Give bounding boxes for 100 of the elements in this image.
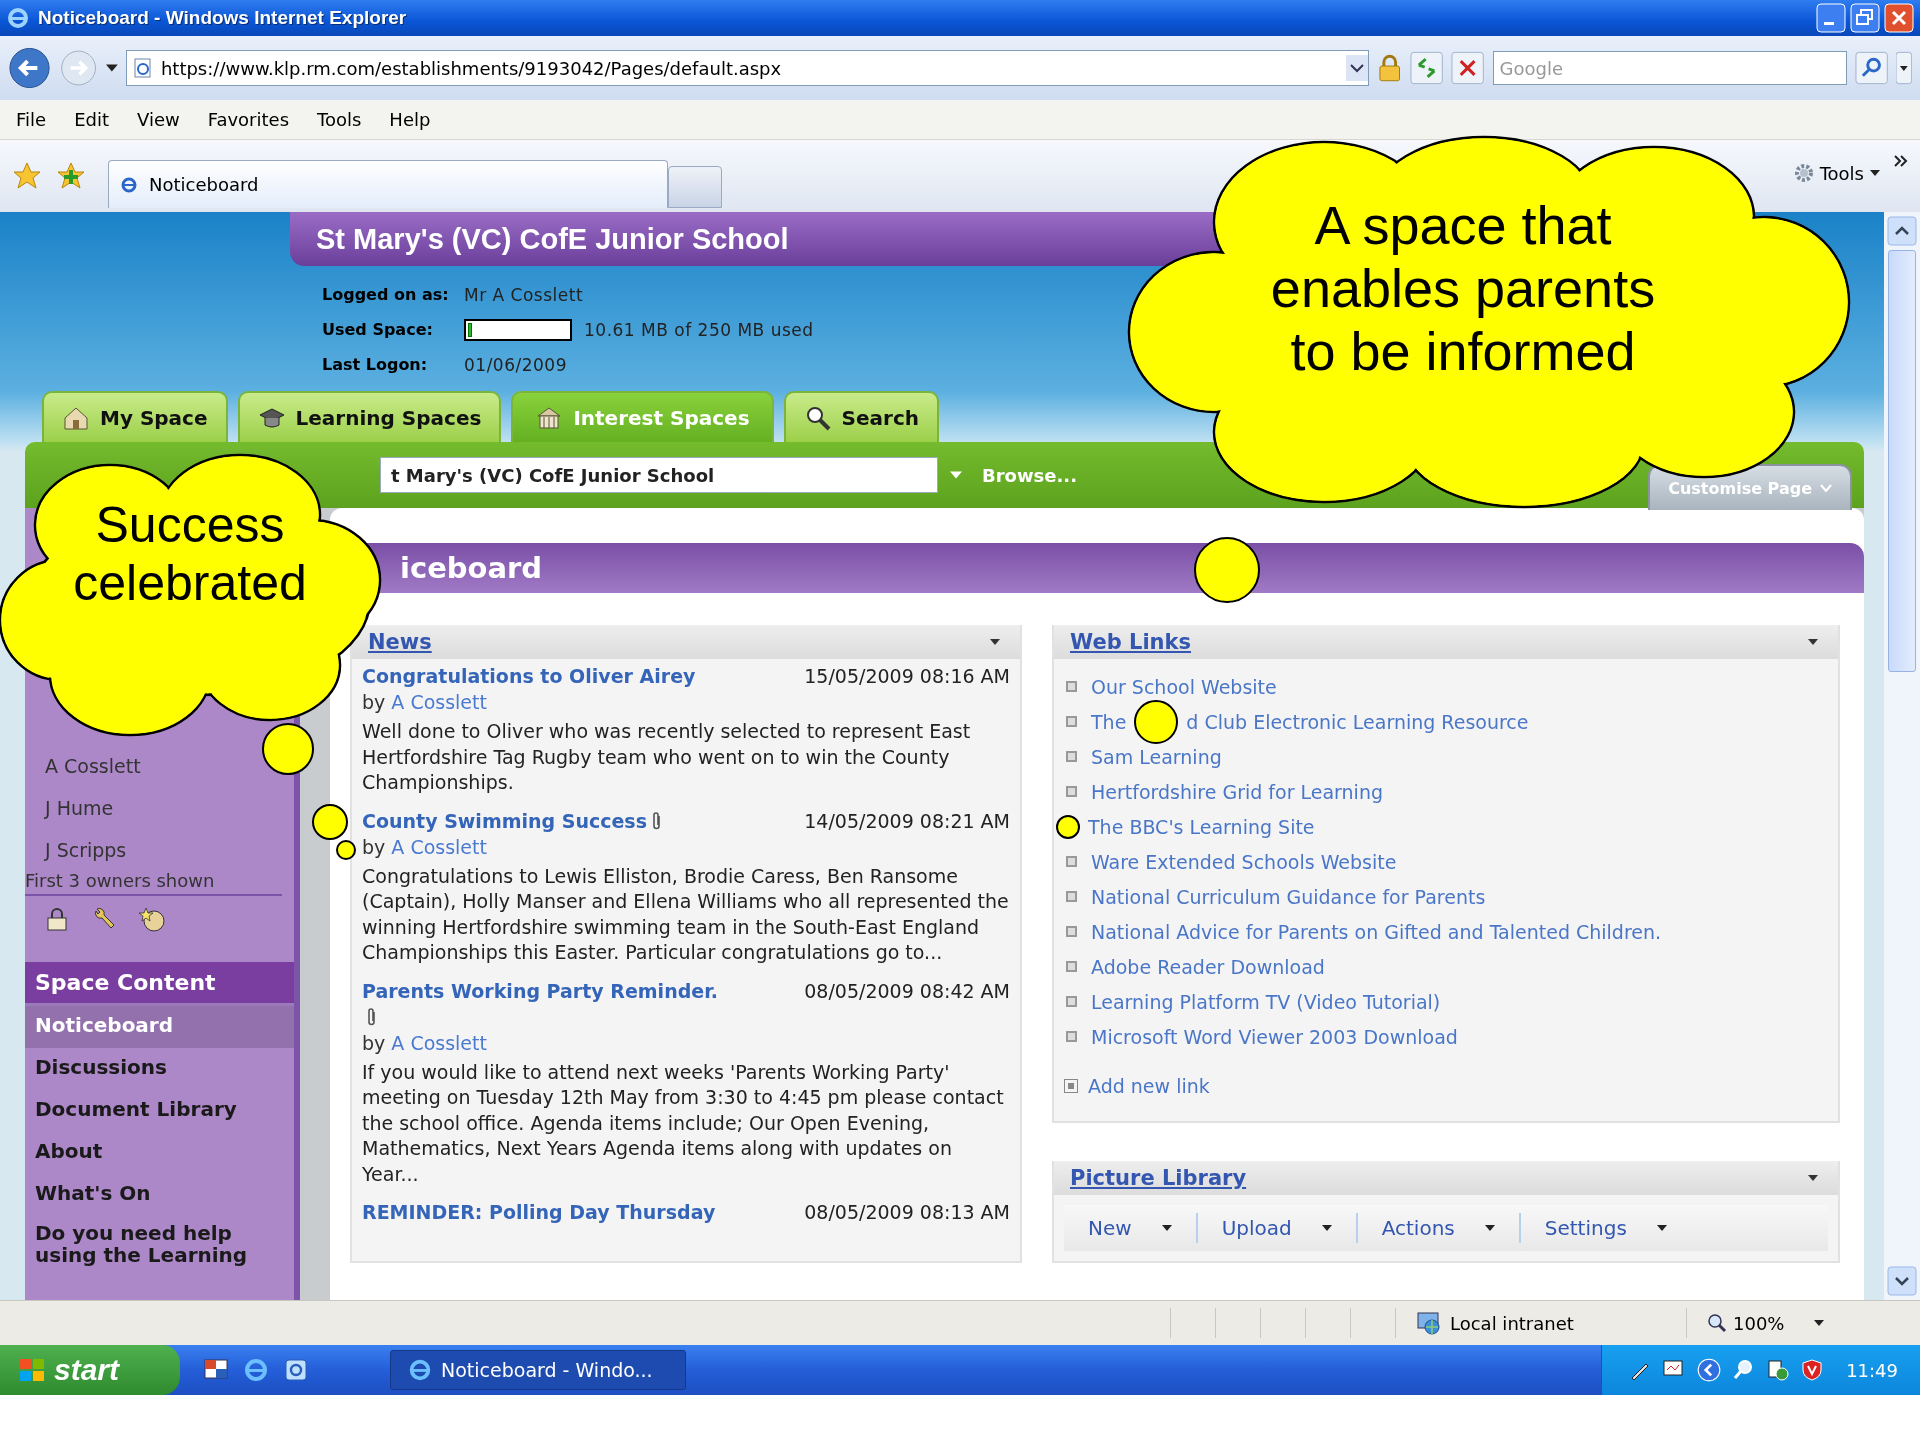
menu-item[interactable]: File [16, 109, 47, 130]
chevron-icon[interactable] [1894, 155, 1908, 167]
web-link[interactable]: Our School Website [1091, 675, 1277, 698]
gear-icon [1793, 163, 1814, 183]
add-link[interactable]: Add new link [1088, 1074, 1210, 1097]
star-icon[interactable] [12, 161, 42, 191]
dropdown-caret-icon[interactable] [106, 64, 118, 72]
caret-icon [1656, 1225, 1667, 1231]
sidebar-item[interactable]: About [25, 1132, 294, 1174]
restore-icon[interactable] [1850, 3, 1880, 33]
browser-tab[interactable]: Noticeboard [108, 160, 668, 208]
scroll-down-icon[interactable] [1887, 1266, 1917, 1296]
magnifier-icon [1707, 1313, 1727, 1333]
stop-icon[interactable] [1451, 51, 1485, 85]
web-link[interactable]: Microsoft Word Viewer 2003 Download [1091, 1025, 1458, 1048]
account-value: Mr A Cosslett [464, 284, 584, 305]
caret-icon [1870, 170, 1880, 176]
start-button[interactable]: start [0, 1345, 180, 1395]
web-link[interactable]: National Curriculum Guidance for Parents [1091, 885, 1486, 908]
news-date: 08/05/2009 08:42 AM [804, 978, 1010, 1004]
caret-icon[interactable] [1808, 1175, 1818, 1181]
news-title-link[interactable]: News [368, 630, 432, 654]
news-date: 15/05/2009 08:16 AM [804, 664, 1010, 689]
author-link[interactable]: A Cosslett [391, 1031, 487, 1054]
menu-item[interactable]: View [137, 109, 180, 130]
add-favorite-icon[interactable] [56, 161, 86, 191]
news-title-link[interactable]: Parents Working Party Reminder. [362, 977, 732, 1030]
news-text: Well done to Oliver who was recently selected to represent East Hertfordshire Tag Rugby team who went on to win the County Championships. [362, 719, 972, 795]
browser-window-icon[interactable] [282, 1356, 310, 1384]
taskbar-window-button[interactable]: Noticeboard - Windo... [390, 1350, 686, 1390]
search-icon[interactable] [1855, 51, 1889, 85]
web-link[interactable]: Ware Extended Schools Website [1091, 850, 1397, 873]
menu-item[interactable]: Help [389, 109, 431, 130]
sidebar-item[interactable]: Discussions [25, 1048, 294, 1090]
minimize-icon[interactable] [1816, 3, 1846, 33]
sync-icon[interactable] [1766, 1358, 1791, 1382]
shield-icon[interactable] [1800, 1358, 1825, 1382]
toolbar-menu-button[interactable]: Upload [1197, 1213, 1358, 1243]
zoom-control[interactable]: 100% [1686, 1308, 1825, 1338]
browse-link[interactable]: Browse... [982, 464, 1078, 486]
web-link[interactable]: Hertfordshire Grid for Learning [1091, 780, 1383, 803]
scroll-thumb[interactable] [1888, 250, 1916, 672]
browser-logo-icon[interactable] [242, 1356, 270, 1384]
web-link[interactable]: Learning Platform TV (Video Tutorial) [1091, 990, 1441, 1013]
author-link[interactable]: A Cosslett [391, 835, 487, 858]
account-value: 01/06/2009 [464, 354, 567, 375]
owners-note: First 3 owners shown [25, 870, 282, 896]
security-zone: Local intranet [1450, 1312, 1574, 1334]
address-field[interactable]: https://www.klp.rm.com/establishments/9193042/Pages/default.aspx [125, 50, 1369, 86]
web-link[interactable]: National Advice for Parents on Gifted and Talented Children. [1091, 920, 1662, 943]
byline-label: by [362, 691, 386, 713]
lock-icon[interactable] [45, 906, 69, 932]
news-title-link[interactable]: Congratulations to Oliver Airey [362, 663, 696, 689]
picture-library-title-link[interactable]: Picture Library [1070, 1166, 1247, 1190]
section-heading: Space Content [25, 962, 294, 1006]
byline-label: by [362, 1031, 386, 1054]
nav-tab[interactable]: Search [783, 391, 939, 442]
scrollbar[interactable] [1884, 212, 1920, 1300]
web-link[interactable]: d Club Electronic Learning Resource [1186, 710, 1529, 733]
news-title-link[interactable]: County Swimming Success [362, 807, 663, 834]
scroll-up-icon[interactable] [1887, 216, 1917, 246]
caret-icon[interactable] [990, 639, 1000, 645]
author-link[interactable]: A Cosslett [391, 691, 487, 713]
school-name: St Mary's (VC) CofE Junior School [316, 222, 789, 256]
menu-item[interactable]: Edit [74, 109, 109, 130]
toolbar-menu-button[interactable]: New [1064, 1213, 1198, 1243]
sidebar-item[interactable]: Noticeboard [25, 1006, 294, 1048]
web-links-title-link[interactable]: Web Links [1070, 630, 1191, 654]
space-select-field[interactable]: t Mary's (VC) CofE Junior School [380, 457, 938, 493]
owner-name: J Hume [43, 796, 115, 820]
sidebar-item[interactable]: What's On [25, 1174, 294, 1216]
web-link[interactable]: Adobe Reader Download [1091, 955, 1325, 978]
caret-icon[interactable] [1808, 639, 1818, 645]
menu-item[interactable]: Favorites [207, 109, 289, 130]
news-title-link[interactable]: REMINDER: Polling Day Thursday [362, 1199, 716, 1225]
toolbar-menu-button[interactable]: Settings [1520, 1213, 1691, 1243]
web-link[interactable]: Sam Learning [1091, 745, 1222, 768]
nav-tab[interactable]: Learning Spaces [237, 391, 502, 442]
toolbar-menu-button[interactable]: Actions [1357, 1213, 1521, 1243]
sidebar-item[interactable]: Do you need help using the Learning [25, 1216, 294, 1273]
dropdown-caret-icon[interactable] [1896, 51, 1912, 85]
nav-tab[interactable]: My Space [42, 391, 228, 442]
caret-icon [1484, 1225, 1495, 1231]
news-date: 08/05/2009 08:13 AM [804, 1200, 1010, 1225]
tools-menu[interactable]: Tools [1793, 162, 1880, 184]
news-text: Congratulations to Lewis Elliston, Brodie Caress, Ben Ransome (Captain), Holly Manser and Ellena Williams who all represented the winning Hertfordshire swimming team in the South-East England Championships this Easter. Particular congratulations go to... [362, 863, 1010, 965]
globe-icon [1416, 1310, 1442, 1336]
close-icon[interactable] [1884, 3, 1914, 33]
menu-item[interactable]: Tools [317, 109, 362, 130]
dropdown-caret-icon[interactable] [1345, 55, 1368, 81]
sidebar-item[interactable]: Document Library [25, 1090, 294, 1132]
refresh-icon[interactable] [1410, 51, 1444, 85]
page-icon [132, 58, 153, 78]
owner-name: J Scripps [43, 838, 128, 862]
web-link[interactable]: The BBC's Learning Site [1088, 815, 1315, 838]
back-icon[interactable] [8, 46, 52, 90]
star-badge-icon[interactable] [139, 906, 167, 934]
web-link[interactable]: The [1091, 710, 1127, 733]
search-field[interactable]: Google [1492, 51, 1848, 85]
window-title: Noticeboard - Windows Internet Explorer [38, 7, 407, 29]
